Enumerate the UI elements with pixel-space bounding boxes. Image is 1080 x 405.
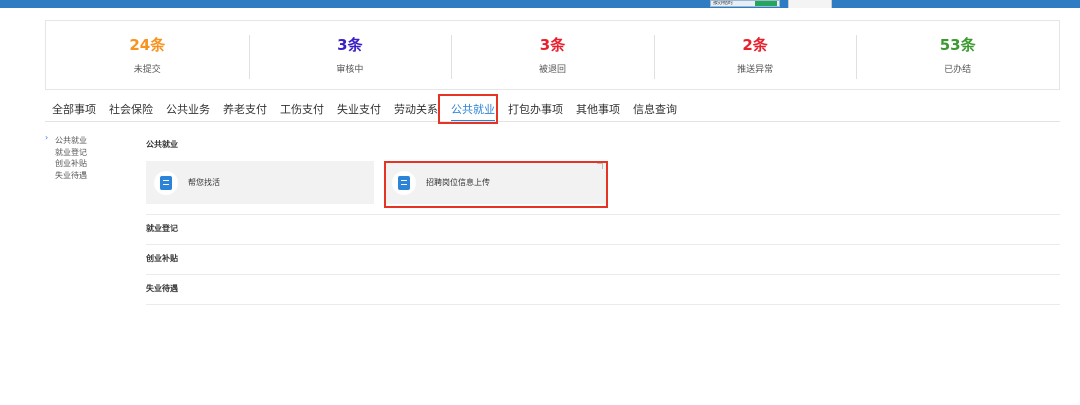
top-bar-box[interactable] (788, 0, 832, 8)
stat-count: 24条 (129, 36, 166, 54)
tabs-divider (45, 121, 1060, 122)
tab-pension-payment[interactable]: 养老支付 (223, 97, 267, 123)
section-divider (146, 304, 1060, 305)
sort-control-label: 按办结时 (713, 0, 734, 6)
tab-other-items[interactable]: 其他事项 (576, 97, 620, 123)
tab-bundled-items[interactable]: 打包办事项 (508, 97, 563, 123)
stat-count: 2条 (742, 36, 768, 54)
stat-under-review[interactable]: 3条 审核中 (248, 21, 452, 89)
top-bar: 按办结时 (0, 0, 1080, 8)
tab-unemployment-payment[interactable]: 失业支付 (337, 97, 381, 123)
highlight-box-card (384, 161, 608, 208)
stat-unsubmitted[interactable]: 24条 未提交 (46, 21, 249, 89)
stat-label: 未提交 (133, 65, 161, 75)
tab-injury-payment[interactable]: 工伤支付 (280, 97, 324, 123)
section-divider (146, 244, 1060, 245)
stat-label: 审核中 (336, 65, 364, 75)
document-icon (160, 175, 172, 190)
tab-labor-relations[interactable]: 劳动关系 (394, 97, 438, 123)
stat-count: 3条 (337, 36, 363, 54)
highlight-box-tab (438, 94, 498, 124)
stat-returned[interactable]: 3条 被退回 (451, 21, 654, 89)
service-card-find-job[interactable]: 帮您找活 (146, 161, 374, 204)
section-divider (146, 274, 1060, 275)
card-label: 帮您找活 (188, 178, 220, 187)
sort-toggle[interactable] (755, 1, 777, 6)
chevron-right-icon: › (45, 133, 49, 142)
stat-push-error[interactable]: 2条 推送异常 (653, 21, 857, 89)
section-title-employment-registration[interactable]: 就业登记 (146, 223, 178, 234)
section-divider (146, 214, 1060, 215)
stat-label: 已办结 (944, 65, 972, 75)
tab-info-query[interactable]: 信息查询 (633, 97, 677, 123)
card-icon-wrap (154, 170, 178, 195)
section-title-unemployment-benefits[interactable]: 失业待遇 (146, 283, 178, 294)
tab-all[interactable]: 全部事项 (52, 97, 96, 123)
tab-social-insurance[interactable]: 社会保险 (109, 97, 153, 123)
sort-control[interactable]: 按办结时 (710, 0, 780, 7)
sidebar-nav: 公共就业 就业登记 创业补贴 失业待遇 (55, 135, 87, 181)
category-tabs: 全部事项 社会保险 公共业务 养老支付 工伤支付 失业支付 劳动关系 公共就业 … (52, 97, 690, 123)
stat-count: 3条 (539, 36, 566, 54)
status-summary-panel: 24条 未提交 3条 审核中 3条 被退回 2条 推送异常 53条 已办结 (45, 20, 1060, 90)
tab-public-business[interactable]: 公共业务 (166, 97, 210, 123)
sidebar-item-employment-registration[interactable]: 就业登记 (55, 147, 87, 159)
sidebar-item-public-employment[interactable]: 公共就业 (55, 135, 87, 147)
sidebar-item-startup-subsidy[interactable]: 创业补贴 (55, 158, 87, 170)
stat-label: 被退回 (538, 65, 566, 75)
section-title-public-employment: 公共就业 (146, 140, 178, 149)
stat-label: 推送异常 (737, 65, 774, 75)
section-title-startup-subsidy[interactable]: 创业补贴 (146, 253, 178, 264)
stat-count: 53条 (939, 36, 976, 54)
sidebar-item-unemployment-benefits[interactable]: 失业待遇 (55, 170, 87, 182)
stat-completed[interactable]: 53条 已办结 (856, 21, 1059, 89)
